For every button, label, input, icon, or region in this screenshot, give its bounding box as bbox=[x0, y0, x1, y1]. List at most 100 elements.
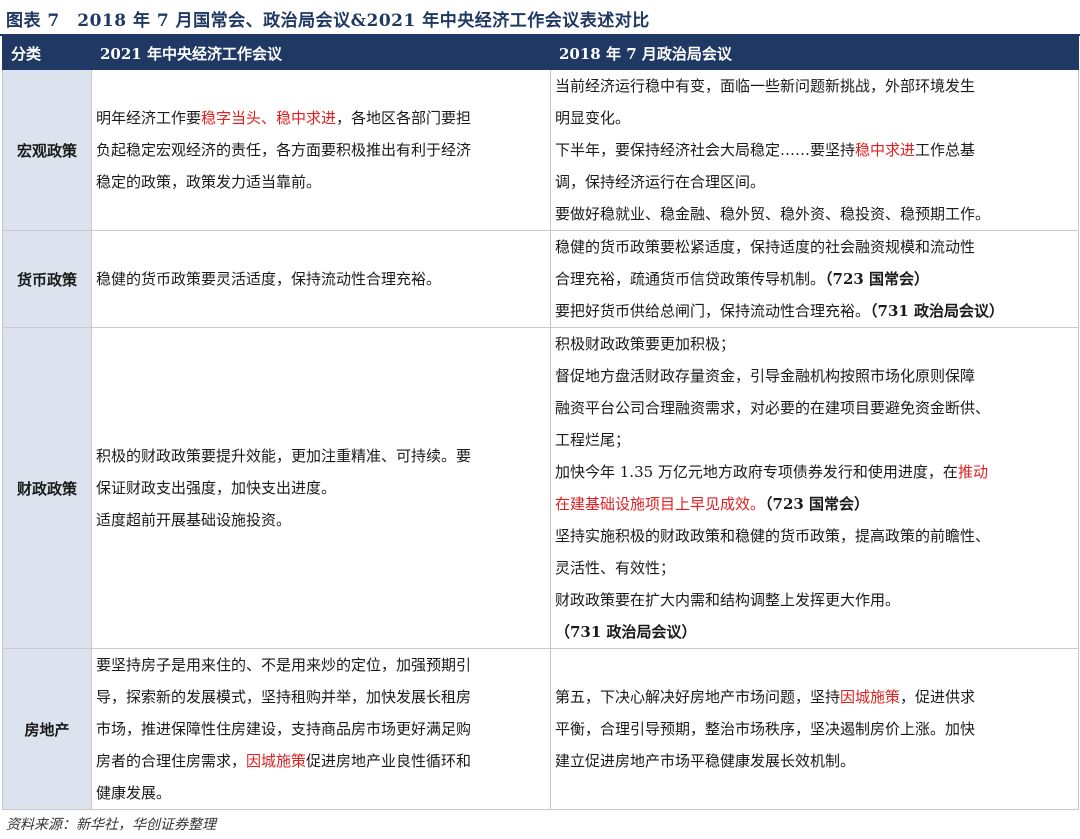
text-line: 积极的财政政策要提升效能，更加注重精准、可持续。要 bbox=[96, 440, 546, 472]
figure-title: 图表 7 2018 年 7 月国常会、政治局会议&2021 年中央经济工作会议表… bbox=[6, 11, 650, 31]
text-line: 明显变化。 bbox=[555, 102, 1074, 134]
comparison-table: 分类 2021 年中央经济工作会议 2018 年 7 月政治局会议 宏观政策 明… bbox=[2, 36, 1079, 810]
cell-2018: 积极财政政策要更加积极； 督促地方盘活财政存量资金，引导金融机构按照市场化原则保障… bbox=[550, 327, 1079, 649]
text-run: 积极的财政政策要提升效能，更加注重精准、可持续。要 bbox=[96, 447, 472, 465]
text-run: ，各地区各部门要担 bbox=[336, 109, 472, 127]
text-line: 调，保持经济运行在合理区间。 bbox=[555, 166, 1074, 198]
text-line: 第五，下决心解决好房地产市场问题，坚持因城施策，促进供求 bbox=[555, 681, 1074, 713]
highlight-text: 因城施策 bbox=[246, 752, 307, 770]
source-tag: （723 国常会） bbox=[825, 270, 930, 288]
text-line: 房者的合理住房需求，因城施策促进房地产业良性循环和 bbox=[96, 745, 546, 777]
text-line: 合理充裕，疏通货币信贷政策传导机制。（723 国常会） bbox=[555, 263, 1074, 295]
text-run: 导，探索新的发展模式，坚持租购并举，加快发展长租房 bbox=[96, 688, 472, 706]
text-line: 当前经济运行稳中有变，面临一些新问题新挑战，外部环境发生 bbox=[555, 70, 1074, 102]
text-run: 坚持实施积极的财政政策和稳健的货币政策，提高政策的前瞻性、 bbox=[555, 527, 991, 545]
highlight-text: 因城施策 bbox=[840, 688, 901, 706]
source-tag: （731 政治局会议） bbox=[870, 302, 1005, 320]
table-row: 货币政策 稳健的货币政策要灵活适度，保持流动性合理充裕。 稳健的货币政策要松紧适… bbox=[2, 230, 1079, 328]
text-run: 灵活性、有效性； bbox=[555, 559, 676, 577]
text-run: 明年经济工作要 bbox=[96, 109, 202, 127]
text-line: 加快今年 1.35 万亿元地方政府专项债券发行和使用进度，在推动 bbox=[555, 456, 1074, 488]
text-run: 房者的合理住房需求， bbox=[96, 752, 247, 770]
text-run: 加快今年 1.35 万亿元地方政府专项债券发行和使用进度，在 bbox=[555, 463, 958, 481]
text-line: 健康发展。 bbox=[96, 777, 546, 809]
category-cell: 财政政策 bbox=[2, 327, 92, 649]
cell-2018: 稳健的货币政策要松紧适度，保持适度的社会融资规模和流动性 合理充裕，疏通货币信贷政… bbox=[550, 230, 1079, 328]
text-run: 市场，推进保障性住房建设，支持商品房市场更好满足购 bbox=[96, 720, 472, 738]
category-cell: 房地产 bbox=[2, 648, 92, 810]
table-row: 宏观政策 明年经济工作要稳字当头、稳中求进，各地区各部门要担负起稳定宏观经济的责… bbox=[2, 69, 1079, 231]
table-header-row: 分类 2021 年中央经济工作会议 2018 年 7 月政治局会议 bbox=[2, 36, 1079, 70]
text-line: 保证财政支出强度，加快支出进度。 bbox=[96, 472, 546, 504]
text-line: 建立促进房地产市场平稳健康发展长效机制。 bbox=[555, 745, 1074, 777]
category-cell: 货币政策 bbox=[2, 230, 92, 328]
text-run: 工程烂尾； bbox=[555, 431, 631, 449]
text-run: 稳健的货币政策要松紧适度，保持适度的社会融资规模和流动性 bbox=[555, 238, 976, 256]
category-cell: 宏观政策 bbox=[2, 69, 92, 231]
text-run: 保证财政支出强度，加快支出进度。 bbox=[96, 479, 337, 497]
highlight-text: 稳字当头、稳中求进 bbox=[201, 109, 337, 127]
text-line: （731 政治局会议） bbox=[555, 616, 1074, 648]
text-line: 市场，推进保障性住房建设，支持商品房市场更好满足购 bbox=[96, 713, 546, 745]
text-line: 稳定的政策，政策发力适当靠前。 bbox=[96, 166, 546, 198]
header-category: 分类 bbox=[2, 36, 92, 70]
text-line: 灵活性、有效性； bbox=[555, 552, 1074, 584]
cell-2021: 要坚持房子是用来住的、不是用来炒的定位，加强预期引 导，探索新的发展模式，坚持租购… bbox=[91, 648, 551, 810]
cell-2021: 稳健的货币政策要灵活适度，保持流动性合理充裕。 bbox=[91, 230, 551, 328]
text-run: 平衡，合理引导预期，整治市场秩序，坚决遏制房价上涨。加快 bbox=[555, 720, 976, 738]
text-line: 财政政策要在扩大内需和结构调整上发挥更大作用。 bbox=[555, 584, 1074, 616]
header-2021-meeting: 2021 年中央经济工作会议 bbox=[91, 36, 551, 70]
text-line: 要把好货币供给总闸门，保持流动性合理充裕。（731 政治局会议） bbox=[555, 295, 1074, 327]
text-run: ，促进供求 bbox=[900, 688, 976, 706]
text-run: 稳定的政策，政策发力适当靠前。 bbox=[96, 173, 322, 191]
cell-2018: 当前经济运行稳中有变，面临一些新问题新挑战，外部环境发生 明显变化。下半年，要保持… bbox=[550, 69, 1079, 231]
text-line: 稳健的货币政策要灵活适度，保持流动性合理充裕。 bbox=[96, 263, 546, 295]
cell-2021: 积极的财政政策要提升效能，更加注重精准、可持续。要 保证财政支出强度，加快支出进度… bbox=[91, 327, 551, 649]
text-run: 调，保持经济运行在合理区间。 bbox=[555, 173, 766, 191]
text-line: 督促地方盘活财政存量资金，引导金融机构按照市场化原则保障 bbox=[555, 360, 1074, 392]
text-line: 在建基础设施项目上早见成效。（723 国常会） bbox=[555, 488, 1074, 520]
highlight-text: 推动 bbox=[957, 463, 988, 481]
cell-2018: 第五，下决心解决好房地产市场问题，坚持因城施策，促进供求平衡，合理引导预期，整治… bbox=[550, 648, 1079, 810]
text-line: 导，探索新的发展模式，坚持租购并举，加快发展长租房 bbox=[96, 681, 546, 713]
source-tag: （723 国常会） bbox=[765, 495, 870, 513]
text-line: 要坚持房子是用来住的、不是用来炒的定位，加强预期引 bbox=[96, 649, 546, 681]
text-run: 督促地方盘活财政存量资金，引导金融机构按照市场化原则保障 bbox=[555, 367, 976, 385]
text-run: 工作总基 bbox=[915, 141, 976, 159]
text-run: 负起稳定宏观经济的责任，各方面要积极推出有利于经济 bbox=[96, 141, 472, 159]
table-row: 房地产 要坚持房子是用来住的、不是用来炒的定位，加强预期引 导，探索新的发展模式，… bbox=[2, 648, 1079, 810]
text-line: 融资平台公司合理融资需求，对必要的在建项目要避免资金断供、 bbox=[555, 392, 1074, 424]
text-run: 明显变化。 bbox=[555, 109, 631, 127]
highlight-text: 稳中求进 bbox=[855, 141, 916, 159]
text-run: 积极财政政策要更加积极； bbox=[555, 335, 736, 353]
text-run: 适度超前开展基础设施投资。 bbox=[96, 511, 292, 529]
text-run: 合理充裕，疏通货币信贷政策传导机制。 bbox=[555, 270, 826, 288]
text-run: 融资平台公司合理融资需求，对必要的在建项目要避免资金断供、 bbox=[555, 399, 991, 417]
cell-2021: 明年经济工作要稳字当头、稳中求进，各地区各部门要担负起稳定宏观经济的责任，各方面… bbox=[91, 69, 551, 231]
text-run: 财政政策要在扩大内需和结构调整上发挥更大作用。 bbox=[555, 591, 901, 609]
text-line: 积极财政政策要更加积极； bbox=[555, 328, 1074, 360]
text-line: 平衡，合理引导预期，整治市场秩序，坚决遏制房价上涨。加快 bbox=[555, 713, 1074, 745]
text-line: 稳健的货币政策要松紧适度，保持适度的社会融资规模和流动性 bbox=[555, 231, 1074, 263]
source-note: 资料来源：新华社，华创证券整理 bbox=[6, 817, 216, 833]
text-run: 下半年，要保持经济社会大局稳定……要坚持 bbox=[555, 141, 856, 159]
text-line: 要做好稳就业、稳金融、稳外贸、稳外资、稳投资、稳预期工作。 bbox=[555, 198, 1074, 230]
text-run: 第五，下决心解决好房地产市场问题，坚持 bbox=[555, 688, 841, 706]
text-line: 适度超前开展基础设施投资。 bbox=[96, 504, 546, 536]
header-2018-meeting: 2018 年 7 月政治局会议 bbox=[550, 36, 1079, 70]
text-line: 明年经济工作要稳字当头、稳中求进，各地区各部门要担 bbox=[96, 102, 546, 134]
text-line: 下半年，要保持经济社会大局稳定……要坚持稳中求进工作总基 bbox=[555, 134, 1074, 166]
text-line: 负起稳定宏观经济的责任，各方面要积极推出有利于经济 bbox=[96, 134, 546, 166]
source-tag: （731 政治局会议） bbox=[555, 623, 697, 641]
text-line: 坚持实施积极的财政政策和稳健的货币政策，提高政策的前瞻性、 bbox=[555, 520, 1074, 552]
highlight-text: 在建基础设施项目上早见成效。 bbox=[555, 495, 766, 513]
text-run: 要坚持房子是用来住的、不是用来炒的定位，加强预期引 bbox=[96, 656, 472, 674]
text-line: 工程烂尾； bbox=[555, 424, 1074, 456]
text-run: 要做好稳就业、稳金融、稳外贸、稳外资、稳投资、稳预期工作。 bbox=[555, 205, 991, 223]
text-run: 促进房地产业良性循环和 bbox=[306, 752, 472, 770]
text-run: 建立促进房地产市场平稳健康发展长效机制。 bbox=[555, 752, 856, 770]
text-run: 当前经济运行稳中有变，面临一些新问题新挑战，外部环境发生 bbox=[555, 77, 976, 95]
table-row: 财政政策 积极的财政政策要提升效能，更加注重精准、可持续。要 保证财政支出强度，加… bbox=[2, 327, 1079, 649]
text-run: 健康发展。 bbox=[96, 784, 172, 802]
text-run: 稳健的货币政策要灵活适度，保持流动性合理充裕。 bbox=[96, 270, 442, 288]
